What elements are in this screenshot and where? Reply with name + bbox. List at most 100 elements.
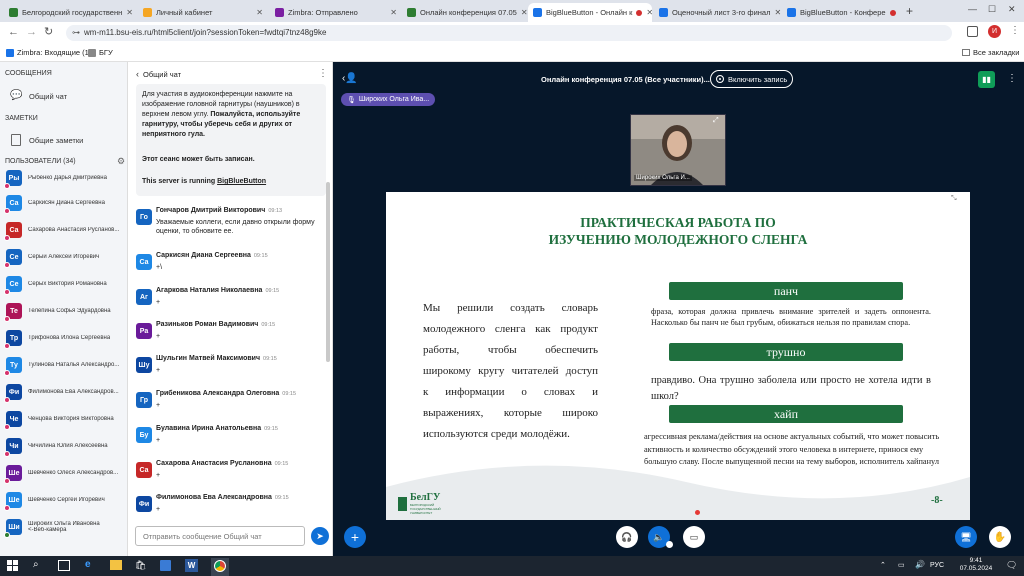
bookmark-zimbra[interactable]: Zimbra: Входящие (1) — [6, 48, 91, 57]
file-explorer-icon[interactable] — [110, 560, 122, 570]
network-icon[interactable]: ▭ — [898, 561, 905, 569]
notes-icon — [11, 134, 21, 146]
keyboard-language[interactable]: РУС — [930, 562, 944, 569]
mail-icon[interactable] — [160, 560, 171, 571]
close-window-icon[interactable]: ✕ — [1008, 4, 1016, 15]
close-tab-icon[interactable]: ✕ — [521, 8, 528, 17]
share-webcam-button[interactable]: ▭ — [683, 526, 705, 548]
windows-start-icon[interactable] — [7, 560, 18, 571]
browser-tab[interactable]: Личный кабинет ✕ — [138, 3, 268, 22]
minimize-icon[interactable]: — — [968, 4, 977, 14]
forward-icon[interactable]: → — [26, 26, 37, 38]
webcam-video[interactable]: Широких Ольга И... ⤢ — [630, 114, 726, 186]
user-item[interactable]: Ры Рыбенко Дарья Дмитриевна — [4, 170, 126, 189]
leave-audio-button[interactable]: 🎧 — [616, 526, 638, 548]
notifications-icon[interactable]: 🗨 — [1006, 560, 1017, 571]
maximize-icon[interactable]: ☐ — [988, 4, 996, 15]
chat-options-icon[interactable]: ⋮ — [318, 68, 328, 79]
options-menu-icon[interactable]: ⋮ — [1007, 73, 1017, 84]
user-item[interactable]: Чи Чичилина Юлия Алексеевна — [4, 438, 126, 457]
user-settings-gear-icon[interactable]: ⚙ — [117, 156, 125, 167]
chat-scrollbar[interactable] — [326, 182, 330, 362]
send-message-button[interactable]: ➤ — [311, 527, 329, 545]
new-tab-icon[interactable]: + — [906, 4, 913, 18]
avatar: Че — [4, 411, 22, 430]
browser-tab-active[interactable]: BigBlueButton - Онлайн к ✕ — [528, 3, 652, 22]
user-item[interactable]: Тр Трифонова Илона Сергеевна — [4, 330, 126, 349]
browser-tab[interactable]: Онлайн конференция 07.05 ✕ — [402, 3, 528, 22]
sidebar-item-public-chat[interactable]: 💬 Общий чат — [0, 86, 127, 106]
raise-hand-button[interactable]: ✋ — [989, 526, 1011, 548]
avatar: Са — [4, 222, 22, 241]
browser-tab[interactable]: Белгородский государственн ✕ — [4, 3, 138, 22]
share-screen-button[interactable]: 🖥 — [955, 526, 977, 548]
all-bookmarks[interactable]: Все закладки — [962, 48, 1019, 57]
back-icon[interactable]: ← — [8, 26, 19, 38]
user-item[interactable]: Фи Филимонова Ева Александров... — [4, 384, 126, 403]
user-item[interactable]: Те Телепина Софья Эдуардовна — [4, 303, 126, 322]
extensions-icon[interactable] — [967, 26, 978, 37]
chat-back-button[interactable]: ‹ Общий чат — [136, 69, 181, 79]
close-tab-icon[interactable]: ✕ — [390, 8, 397, 17]
avatar: Аг — [136, 289, 152, 305]
avatar: Тр — [4, 330, 22, 349]
volume-icon[interactable]: 🔊 — [915, 560, 925, 569]
user-item[interactable]: Се Серый Алексей Игоревич — [4, 249, 126, 268]
avatar: Са — [136, 254, 152, 270]
user-item[interactable]: Са Сахарова Анастасия Русланов... — [4, 222, 126, 241]
presentation-slide: ⤡ ПРАКТИЧЕСКАЯ РАБОТА ПО ИЗУЧЕНИЮ МОЛОДЕ… — [386, 192, 970, 520]
avatar: Се — [4, 249, 22, 268]
bookmark-bgu[interactable]: БГУ — [88, 48, 113, 57]
connection-status-icon[interactable]: ▮▮ — [978, 71, 995, 88]
close-tab-icon[interactable]: ✕ — [126, 8, 133, 17]
tray-chevron-icon[interactable]: ⌃ — [880, 561, 886, 569]
chrome-taskbar-item[interactable] — [211, 558, 229, 576]
user-item[interactable]: Са Саркисян Диана Сергеевна — [4, 195, 126, 214]
audio-settings-caret-icon[interactable] — [666, 541, 673, 548]
fullscreen-icon[interactable]: ⤢ — [713, 117, 719, 125]
slide-title: ПРАКТИЧЕСКАЯ РАБОТА ПО ИЗУЧЕНИЮ МОЛОДЕЖН… — [548, 215, 808, 247]
search-icon[interactable]: ⌕ — [33, 559, 39, 570]
term-definition: фраза, которая должна привлечь внимание … — [651, 307, 931, 327]
chat-message-input[interactable]: Отправить сообщение Общий чат — [135, 526, 305, 546]
site-favicon-icon — [9, 8, 18, 17]
user-item[interactable]: Се Серых Виктория Романовна — [4, 276, 126, 295]
reload-icon[interactable]: ↻ — [44, 25, 53, 38]
user-list-toggle-icon[interactable]: ‹👤 — [342, 73, 358, 84]
close-tab-icon[interactable]: ✕ — [774, 8, 781, 17]
url-field[interactable]: wm-m11.bsu-eis.ru/html5client/join?sessi… — [66, 25, 952, 41]
avatar: Ту — [4, 357, 22, 376]
word-app-icon[interactable]: W — [185, 559, 198, 572]
logo-emblem-icon — [398, 497, 407, 511]
user-item[interactable]: Че Ченцова Виктория Викторовна — [4, 411, 126, 430]
windows-taskbar: ⌕ e 🛍 W ⌃ ▭ 🔊 РУС 9:41 07.05.2024 🗨 — [0, 556, 1024, 576]
user-item[interactable]: Ше Шевченко Сергей Игоревич — [4, 492, 126, 511]
avatar: Чи — [4, 438, 22, 457]
avatar: Са — [136, 462, 152, 478]
browser-tab[interactable]: BigBlueButton - Конфере✕ — [782, 3, 900, 22]
user-item[interactable]: Ту Тулинова Наталья Александро... — [4, 357, 126, 376]
browser-tab[interactable]: Оценочный лист 3-го финал ✕ — [654, 3, 782, 22]
user-item[interactable]: Ше Шевченко Олеся Александров... — [4, 465, 126, 484]
bigbluebutton-link[interactable]: BigBlueButton — [217, 178, 266, 185]
close-tab-icon[interactable]: ✕ — [256, 8, 263, 17]
fit-slide-icon[interactable]: ⤡ — [951, 195, 957, 203]
record-button[interactable]: Включить запись — [710, 70, 793, 88]
clock[interactable]: 9:41 07.05.2024 — [956, 557, 996, 573]
edge-browser-icon[interactable]: e — [85, 559, 91, 570]
user-item[interactable]: Ши Широких Ольга Ивановна <-Веб-камера — [4, 519, 126, 538]
globe-icon — [88, 48, 96, 57]
store-icon[interactable]: 🛍 — [135, 560, 146, 571]
chat-panel: ‹ Общий чат ⋮ Для участия в аудиоконфере… — [128, 62, 333, 556]
actions-plus-button[interactable]: + — [344, 526, 366, 548]
browser-menu-icon[interactable]: ⋮ — [1010, 25, 1020, 36]
sidebar-item-shared-notes[interactable]: Общие заметки — [0, 130, 127, 150]
welcome-message: Для участия в аудиоконференции нажмите н… — [142, 91, 301, 138]
profile-avatar-icon[interactable]: И — [988, 25, 1001, 38]
site-info-icon[interactable]: ⊶ — [72, 28, 80, 37]
browser-tab[interactable]: Zimbra: Отправлено ✕ — [270, 3, 402, 22]
presenter-talking-indicator[interactable]: 🎙 Широких Ольга Ива... — [341, 93, 436, 106]
task-view-icon[interactable] — [58, 560, 70, 571]
close-tab-icon[interactable]: ✕ — [646, 8, 652, 17]
chat-bubble-icon: 💬 — [10, 90, 23, 101]
